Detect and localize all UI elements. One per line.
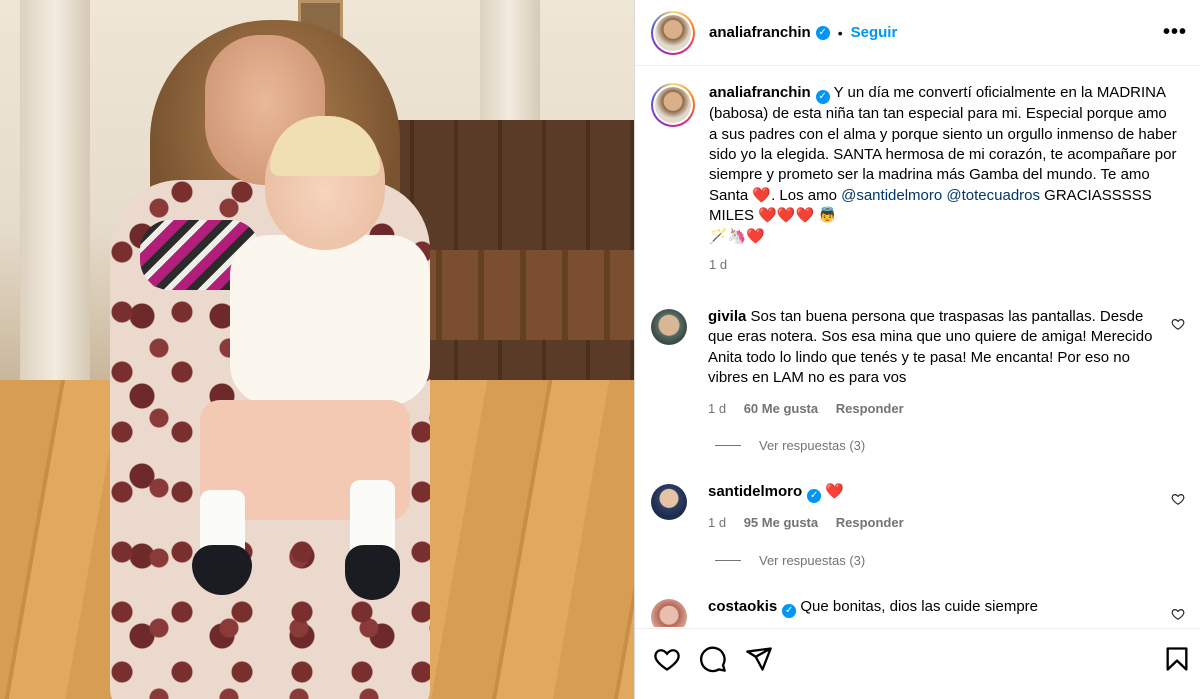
caption-heart: ❤️ <box>752 186 772 204</box>
post-caption: analiafranchin ✓ Y un día me convertí ofi… <box>651 83 1181 275</box>
comment-meta: 1 d 60 Me gusta Responder <box>708 399 1153 419</box>
post-actions <box>635 628 1200 699</box>
post-photo[interactable] <box>0 0 634 699</box>
reply-button[interactable]: Responder <box>836 515 904 530</box>
caption-avatar-image <box>655 87 691 123</box>
verified-icon: ✓ <box>782 604 797 619</box>
photo-baby-body <box>230 235 430 405</box>
comment-text: Sos tan buena persona que traspasas las … <box>708 308 1153 387</box>
heart-icon[interactable] <box>1171 607 1185 621</box>
comment-likes[interactable]: 95 Me gusta <box>744 515 818 530</box>
share-icon[interactable] <box>745 645 773 673</box>
comment-body: givila Sos tan buena persona que traspas… <box>708 307 1153 419</box>
comment-text: ❤️ <box>825 483 845 500</box>
heart-icon[interactable] <box>653 645 681 673</box>
view-replies-button[interactable]: Ver respuestas (3) <box>715 438 865 453</box>
separator-dot: • <box>837 24 843 41</box>
comment-meta: 1 d 95 Me gusta Responder <box>708 513 1153 533</box>
author-username[interactable]: analiafranchin <box>709 24 811 41</box>
heart-icon[interactable] <box>1171 317 1185 331</box>
more-icon[interactable]: ••• <box>1163 22 1187 42</box>
comment-icon[interactable] <box>699 645 727 673</box>
heart-icon[interactable] <box>1171 492 1185 506</box>
reply-button[interactable]: Responder <box>836 401 904 416</box>
verified-icon: ✓ <box>815 90 830 105</box>
comment-username[interactable]: givila <box>708 308 746 325</box>
author-avatar-image <box>655 14 691 51</box>
caption-time[interactable]: 1 d <box>709 255 1179 275</box>
view-replies-button[interactable]: Ver respuestas (3) <box>715 553 865 568</box>
photo-baby <box>140 116 430 620</box>
post-side-panel: analiafranchin ✓ • Seguir ••• analiafran… <box>634 0 1200 699</box>
commenter-avatar[interactable] <box>651 484 687 520</box>
instagram-post: analiafranchin ✓ • Seguir ••• analiafran… <box>0 0 1200 699</box>
view-replies-label: Ver respuestas (3) <box>759 438 866 453</box>
comment-text: Que bonitas, dios las cuide siempre <box>800 598 1039 615</box>
photo-pillar <box>20 0 90 380</box>
post-header: analiafranchin ✓ • Seguir ••• <box>635 0 1200 66</box>
author-avatar[interactable] <box>651 10 695 55</box>
replies-line <box>715 445 741 446</box>
commenter-avatar[interactable] <box>651 599 687 627</box>
comment-item: costaokis ✓ Que bonitas, dios las cuide s… <box>651 597 1200 627</box>
caption-emoji-line: 🪄🦄❤️ <box>709 227 766 245</box>
caption-text: . Los amo <box>771 186 842 204</box>
photo-shoe <box>345 545 400 600</box>
caption-hearts: ❤️❤️❤️ <box>758 207 815 225</box>
replies-line <box>715 560 741 561</box>
comment-body: costaokis ✓ Que bonitas, dios las cuide s… <box>708 597 1153 627</box>
photo-shoe <box>192 545 252 595</box>
save-icon[interactable] <box>1163 645 1191 673</box>
comment-likes[interactable]: 60 Me gusta <box>744 401 818 416</box>
commenter-avatar[interactable] <box>651 309 687 345</box>
verified-icon: ✓ <box>815 25 830 40</box>
comments-scroll-area[interactable]: analiafranchin ✓ Y un día me convertí ofi… <box>635 67 1200 627</box>
caption-emoji: 👼 <box>818 207 838 225</box>
mention-link[interactable]: @santidelmoro <box>841 187 942 204</box>
verified-icon: ✓ <box>807 489 822 504</box>
comment-item: santidelmoro ✓ ❤️ 1 d 95 Me gusta Respond… <box>651 482 1200 534</box>
mention-link[interactable]: @totecuadros <box>946 187 1040 204</box>
follow-button[interactable]: Seguir <box>851 24 898 41</box>
comment-username[interactable]: santidelmoro <box>708 483 802 500</box>
view-replies-label: Ver respuestas (3) <box>759 553 866 568</box>
comment-item: givila Sos tan buena persona que traspas… <box>651 307 1200 419</box>
caption-username[interactable]: analiafranchin <box>709 84 811 101</box>
caption-avatar[interactable] <box>651 83 695 127</box>
comment-time[interactable]: 1 d <box>708 515 726 530</box>
caption-body: analiafranchin ✓ Y un día me convertí ofi… <box>709 83 1179 275</box>
photo-baby-hair <box>270 116 380 176</box>
comment-time[interactable]: 1 d <box>708 401 726 416</box>
comment-body: santidelmoro ✓ ❤️ 1 d 95 Me gusta Respond… <box>708 482 1153 534</box>
comment-username[interactable]: costaokis <box>708 598 777 615</box>
